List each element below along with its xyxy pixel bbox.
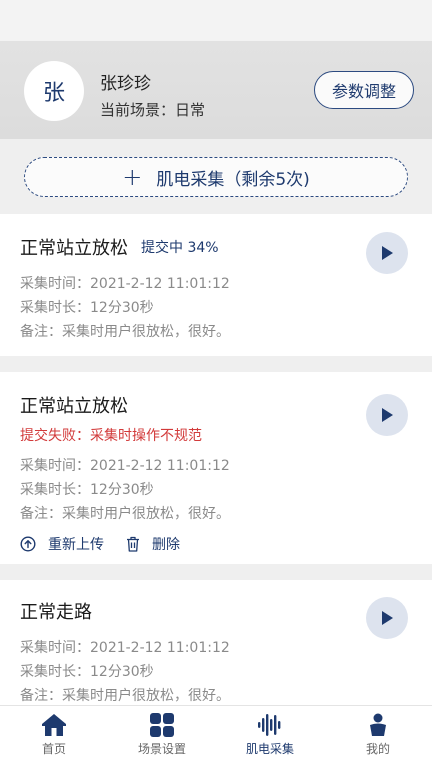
- waveform-icon: [258, 714, 281, 736]
- nav-label: 场景设置: [137, 742, 186, 756]
- play-button[interactable]: [366, 232, 408, 274]
- record-note: 备注：采集时用户很放松，很好。: [20, 506, 230, 522]
- delete-label: 删除: [152, 537, 180, 553]
- nav-label: 肌电采集: [245, 742, 294, 756]
- delete-button[interactable]: 删除: [126, 534, 180, 554]
- record-duration: 采集时长：12分30秒: [20, 664, 154, 680]
- play-icon: [382, 408, 393, 422]
- record-note: 备注：采集时用户很放松，很好。: [20, 324, 230, 340]
- play-button[interactable]: [366, 394, 408, 436]
- record-card[interactable]: 正常站立放松 提交失败：采集时操作不规范 采集时间：2021-2-12 11:0…: [0, 372, 432, 564]
- nav-item-emg-collect[interactable]: 肌电采集: [216, 706, 324, 768]
- record-time: 采集时间：2021-2-12 11:01:12: [20, 640, 230, 656]
- add-collection-button[interactable]: + 肌电采集（剩余5次): [24, 157, 408, 197]
- nav-label: 首页: [41, 742, 66, 756]
- record-duration: 采集时长：12分30秒: [20, 300, 154, 316]
- nav-item-scene-settings[interactable]: 场景设置: [108, 706, 216, 768]
- home-icon: [42, 714, 66, 736]
- plus-icon: +: [122, 163, 143, 191]
- app-screen: 张 张珍珍 当前场景： 日常 参数调整 + 肌电采集（剩余5次) 正常站立放松 提…: [0, 0, 432, 768]
- record-actions: 重新上传 删除: [20, 534, 202, 554]
- scene-label: 当前场景：: [100, 101, 176, 119]
- record-time: 采集时间：2021-2-12 11:01:12: [20, 276, 230, 292]
- record-card[interactable]: 正常走路 采集时间：2021-2-12 11:01:12 采集时长：12分30秒…: [0, 580, 432, 710]
- upload-status: 提交中 34%: [141, 240, 219, 256]
- grid-icon: [150, 713, 174, 737]
- param-adjust-button[interactable]: 参数调整: [314, 71, 414, 109]
- record-card[interactable]: 正常站立放松 提交中 34% 采集时间：2021-2-12 11:01:12 采…: [0, 214, 432, 356]
- reupload-label: 重新上传: [48, 537, 104, 553]
- nav-item-mine[interactable]: 我的: [324, 706, 432, 768]
- profile-header: 张 张珍珍 当前场景： 日常 参数调整: [0, 41, 432, 139]
- record-title: 正常走路: [20, 602, 92, 623]
- add-collection-label: 肌电采集（剩余5次): [156, 169, 310, 190]
- play-button[interactable]: [366, 597, 408, 639]
- nav-item-home[interactable]: 首页: [0, 706, 108, 768]
- record-time: 采集时间：2021-2-12 11:01:12: [20, 458, 230, 474]
- play-icon: [382, 611, 393, 625]
- record-title: 正常站立放松: [20, 238, 128, 259]
- nav-label: 我的: [365, 742, 390, 756]
- reupload-button[interactable]: 重新上传: [20, 534, 104, 554]
- avatar[interactable]: 张: [24, 61, 84, 121]
- person-icon: [370, 713, 386, 736]
- record-duration: 采集时长：12分30秒: [20, 482, 154, 498]
- bottom-nav: 首页 场景设置 肌电采集 我的: [0, 705, 432, 768]
- scene-value: 日常: [175, 101, 206, 119]
- upload-error: 提交失败：采集时操作不规范: [20, 428, 202, 444]
- status-bar: [0, 0, 432, 41]
- add-section: + 肌电采集（剩余5次): [0, 139, 432, 214]
- play-icon: [382, 246, 393, 260]
- trash-icon: [127, 536, 139, 552]
- user-name: 张珍珍: [100, 74, 151, 94]
- upload-icon: [20, 536, 36, 552]
- current-scene: 当前场景： 日常: [100, 99, 205, 120]
- record-note: 备注：采集时用户很放松，很好。: [20, 688, 230, 704]
- record-title: 正常站立放松: [20, 396, 128, 417]
